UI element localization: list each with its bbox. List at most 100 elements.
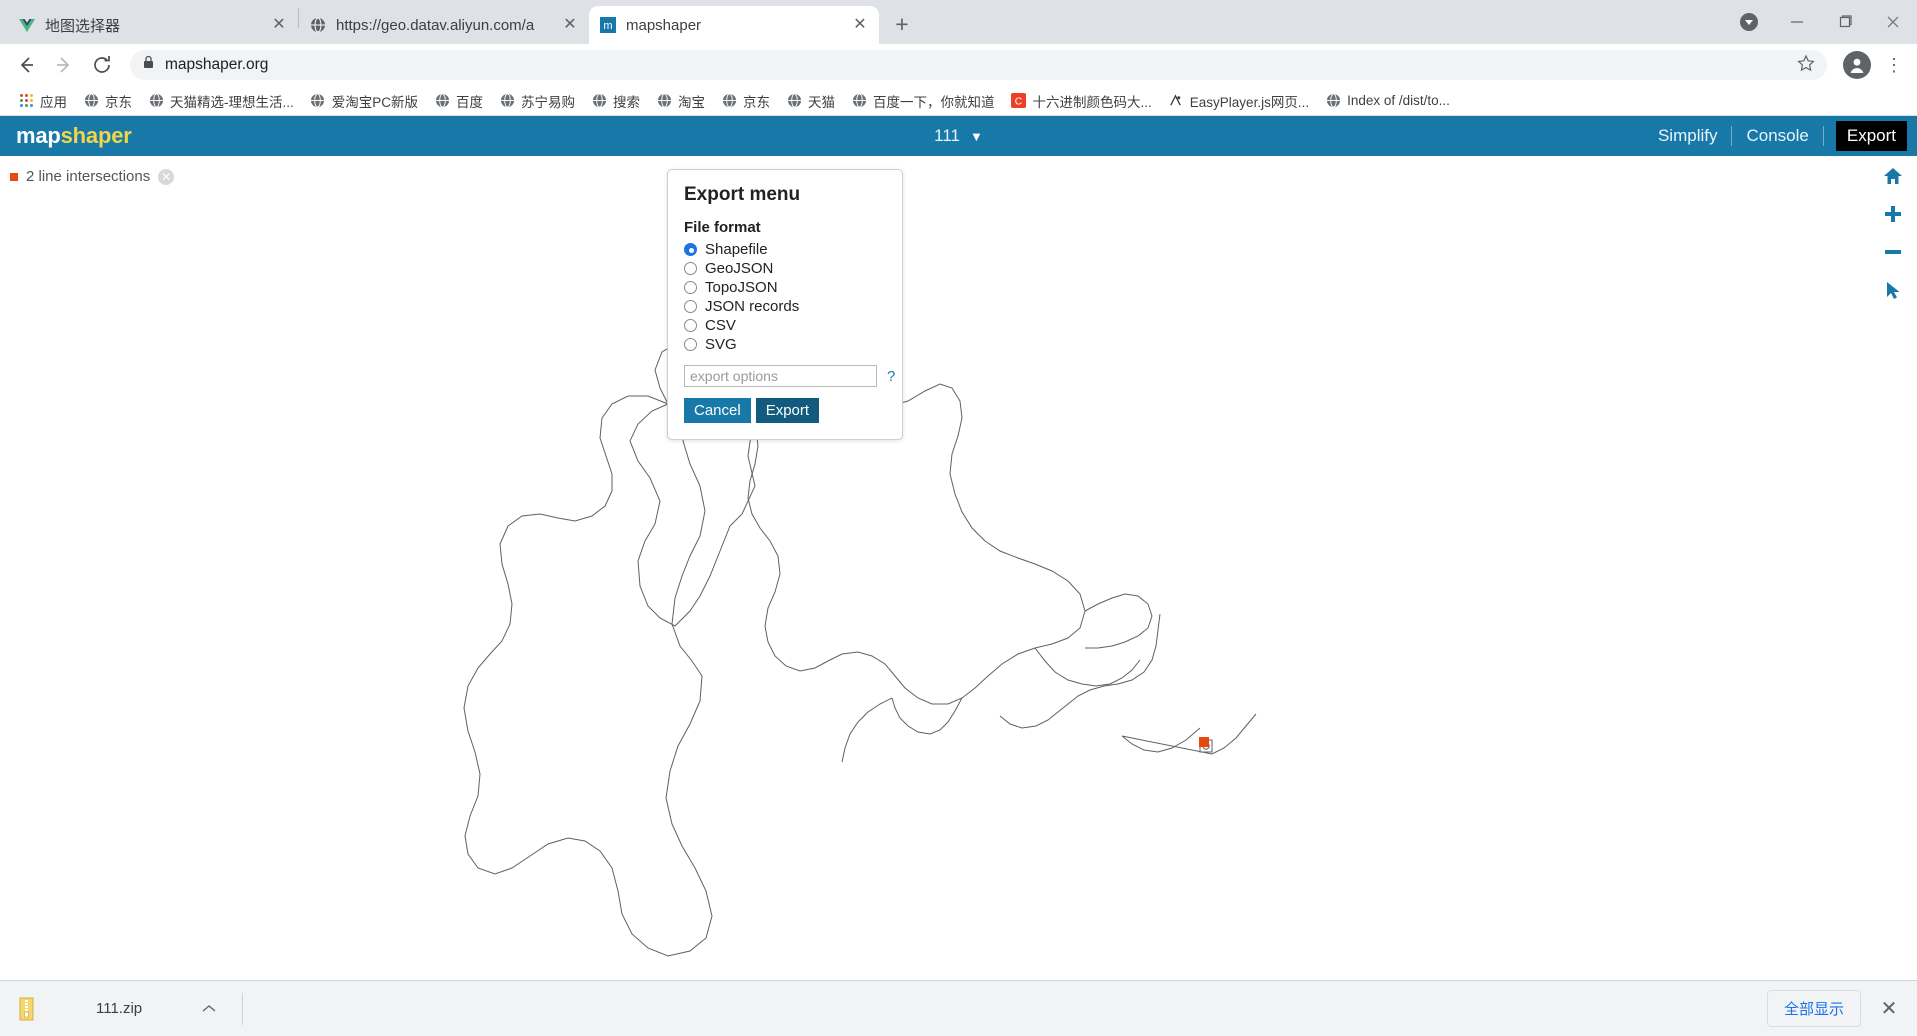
format-label: TopoJSON [705,279,778,296]
mapshaper-header: mapshaper 111 ▼ Simplify Console Export [0,116,1917,156]
forward-button[interactable] [46,47,82,83]
radio-json-records[interactable] [684,300,697,313]
bookmark-label: 天猫精选-理想生活... [170,94,294,110]
format-option-shapefile[interactable]: Shapefile [684,241,886,258]
tab-close-button[interactable]: ✕ [851,16,869,34]
download-arrow-icon[interactable] [1725,0,1773,44]
radio-svg[interactable] [684,338,697,351]
bookmark-label: 十六进制颜色码大... [1032,94,1152,110]
show-all-downloads-button[interactable]: 全部显示 [1766,990,1861,1027]
format-option-csv[interactable]: CSV [684,317,886,334]
export-menu-dialog: Export menu File format Shapefile GeoJSO… [667,169,903,440]
browser-tab-2[interactable]: m mapshaper ✕ [589,6,879,44]
vue-logo-icon [18,16,36,34]
globe-icon [591,93,607,109]
layer-name: 111 [934,126,960,145]
address-bar[interactable]: mapshaper.org [130,50,1827,80]
radio-geojson[interactable] [684,262,697,275]
simplify-button[interactable]: Simplify [1644,126,1732,146]
bookmark-label: 应用 [40,94,67,110]
bookmark-item-12[interactable]: EasyPlayer.js网页... [1160,88,1317,114]
zoom-out-icon[interactable] [1879,238,1907,266]
layer-selector[interactable]: 111 ▼ [934,126,983,146]
bookmark-label: 百度一下，你就知道 [873,94,995,110]
format-option-geojson[interactable]: GeoJSON [684,260,886,277]
browser-tab-1[interactable]: https://geo.datav.aliyun.com/a ✕ [299,6,589,44]
browser-tab-0[interactable]: 地图选择器 ✕ [8,6,298,44]
bookmark-item-2[interactable]: 天猫精选-理想生活... [140,88,302,114]
cursor-icon[interactable] [1879,276,1907,304]
bookmark-item-10[interactable]: 百度一下，你就知道 [843,88,1003,114]
tab-close-button[interactable]: ✕ [561,16,579,34]
format-option-svg[interactable]: SVG [684,336,886,353]
chevron-up-icon[interactable] [202,1001,216,1017]
mapshaper-logo[interactable]: mapshaper [16,123,132,149]
bookmark-item-3[interactable]: 爱淘宝PC新版 [302,88,426,114]
radio-shapefile[interactable] [684,243,697,256]
bookmark-star-icon[interactable] [1797,54,1815,77]
browser-menu-button[interactable]: ⋮ [1879,49,1909,81]
globe-icon [1325,93,1341,109]
new-tab-button[interactable]: + [885,7,919,41]
reload-button[interactable] [84,47,120,83]
header-divider [1822,126,1824,146]
help-icon[interactable]: ? [887,368,895,385]
bookmark-item-9[interactable]: 天猫 [778,88,843,114]
download-bar-actions: 全部显示 ✕ [1766,990,1903,1027]
mapshaper-app: mapshaper 111 ▼ Simplify Console Export … [0,116,1917,1036]
cancel-button[interactable]: Cancel [684,398,751,423]
window-maximize-button[interactable] [1821,0,1869,44]
bookmark-item-13[interactable]: Index of /dist/to... [1317,90,1458,112]
download-separator [242,992,244,1025]
bookmark-item-4[interactable]: 百度 [426,88,491,114]
bookmark-item-1[interactable]: 京东 [75,88,140,114]
window-close-button[interactable] [1869,0,1917,44]
map-canvas[interactable]: 2 line intersections ✕ Export menu File … [0,156,1917,1036]
format-option-topojson[interactable]: TopoJSON [684,279,886,296]
radio-csv[interactable] [684,319,697,332]
mapshaper-icon: m [599,16,617,34]
window-minimize-button[interactable] [1773,0,1821,44]
map-shape [463,337,1257,957]
bookmark-item-apps[interactable]: 应用 [10,88,75,114]
bookmark-item-7[interactable]: 淘宝 [648,88,713,114]
format-option-json-records[interactable]: JSON records [684,298,886,315]
globe-icon [721,93,737,109]
bookmark-label: Index of /dist/to... [1347,93,1450,108]
globe-icon [656,93,672,109]
export-confirm-button[interactable]: Export [755,398,820,423]
tab-close-button[interactable]: ✕ [270,16,288,34]
format-label: Shapefile [705,241,768,258]
dialog-title: Export menu [684,184,801,205]
globe-icon [434,93,450,109]
bookmark-label: 淘宝 [678,94,706,110]
format-label: JSON records [705,298,800,315]
home-icon[interactable] [1879,162,1907,190]
logo-part-shaper: shaper [60,123,132,148]
c-square-icon: C [1011,93,1027,109]
close-download-bar-button[interactable]: ✕ [1875,996,1903,1021]
download-file-name: 111.zip [96,1000,143,1017]
easyplayer-icon [1168,93,1184,109]
bookmark-item-5[interactable]: 苏宁易购 [491,88,583,114]
lock-icon [142,55,155,75]
bookmark-label: 天猫 [808,94,836,110]
console-button[interactable]: Console [1732,126,1822,146]
download-item[interactable]: 111.zip [14,987,244,1031]
export-button[interactable]: Export [1835,121,1907,151]
tab-title: mapshaper [626,16,702,34]
back-button[interactable] [8,47,44,83]
bookmark-item-8[interactable]: 京东 [713,88,778,114]
bookmark-item-6[interactable]: 搜索 [583,88,648,114]
bookmark-label: 京东 [105,94,132,110]
browser-toolbar: mapshaper.org ⋮ [0,44,1917,86]
logo-part-map: map [16,123,61,148]
profile-avatar-icon[interactable] [1843,51,1871,79]
dialog-buttons: Cancel Export [684,398,886,423]
bookmark-item-11[interactable]: C 十六进制颜色码大... [1003,88,1160,114]
radio-topojson[interactable] [684,281,697,294]
export-options-input[interactable] [684,365,877,387]
globe-icon [148,93,164,109]
zoom-in-icon[interactable] [1879,200,1907,228]
format-label: GeoJSON [705,260,774,277]
